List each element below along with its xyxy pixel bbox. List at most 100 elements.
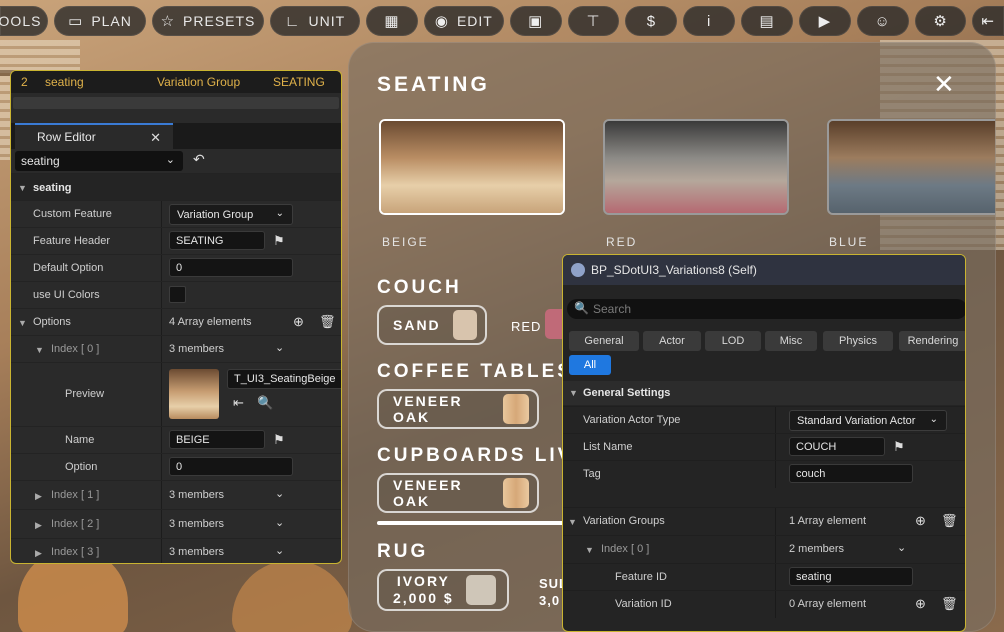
user-button[interactable]: ☺ (856, 6, 909, 36)
tools-button[interactable]: OOLS (0, 6, 48, 36)
option-sand[interactable]: SAND (377, 305, 487, 345)
preset-thumbnail-beige[interactable] (379, 119, 565, 215)
property-row[interactable]: ▶ Index [ 3 ] 3 members ⌄ (11, 538, 341, 563)
flag-icon[interactable]: ⚑ (893, 439, 905, 455)
column-divider (161, 309, 162, 336)
flag-icon[interactable]: ⚑ (273, 432, 285, 448)
option-ivory[interactable]: IVORY 2,000 $ (377, 569, 509, 611)
add-icon[interactable]: ⊕ (915, 513, 926, 529)
variation-actor-type-dropdown[interactable]: Standard Variation Actor ⌄ (789, 410, 947, 431)
feature-header-field[interactable]: SEATING (169, 231, 265, 250)
property-row[interactable]: ▼ Options 4 Array elements ⊕ 🗑 (11, 308, 341, 336)
edit-button[interactable]: ◉ EDIT (423, 6, 504, 36)
use-selected-icon[interactable]: ⇤ (233, 395, 244, 411)
price-button[interactable]: $ (625, 6, 678, 36)
field-value: SEATING (176, 234, 224, 247)
property-label: List Name (583, 441, 633, 453)
browse-icon[interactable]: 🔍 (257, 395, 273, 411)
property-value: 3 members (169, 518, 225, 530)
texture-thumbnail[interactable] (169, 369, 219, 419)
section-row[interactable]: ▼ seating (11, 173, 341, 200)
property-row[interactable]: ▼ Variation Groups 1 Array element ⊕ 🗑 (563, 507, 965, 535)
filter-label: All (583, 359, 597, 371)
chevron-down-icon[interactable]: ⌄ (275, 341, 284, 354)
filter-rendering[interactable]: Rendering (899, 331, 965, 351)
property-label: Default Option (33, 262, 104, 274)
column-divider (775, 536, 776, 563)
chevron-down-icon[interactable]: ⌄ (275, 487, 284, 500)
collapse-icon: ▼ (35, 345, 44, 355)
feature-id-field[interactable]: seating (789, 567, 913, 586)
filter-lod[interactable]: LOD (705, 331, 761, 351)
filter-general[interactable]: General (569, 331, 639, 351)
texture-asset-field[interactable]: T_UI3_SeatingBeige (227, 369, 341, 389)
property-label: Feature Header (33, 235, 111, 247)
name-field[interactable]: BEIGE (169, 430, 265, 449)
details-header: BP_SDotUI3_Variations8 (Self) (563, 255, 965, 285)
property-row[interactable]: ▶ Index [ 1 ] 3 members ⌄ (11, 480, 341, 510)
filter-misc[interactable]: Misc (765, 331, 817, 351)
property-row: Variation ID 0 Array element ⊕ 🗑 (563, 590, 965, 618)
column-divider (161, 454, 162, 481)
property-label: Index [ 0 ] (601, 543, 650, 555)
add-icon[interactable]: ⊕ (293, 314, 304, 330)
chevron-down-icon[interactable]: ⌄ (275, 516, 284, 529)
unit-button[interactable]: ∟ UNIT (270, 6, 360, 36)
option-field[interactable]: 0 (169, 457, 293, 476)
row-selector[interactable]: seating ⌄ (15, 151, 183, 171)
column-divider (161, 336, 162, 363)
property-label: Variation Groups (583, 515, 665, 527)
floorplan-button[interactable]: ▦ (366, 6, 418, 36)
presets-button[interactable]: ☆ PRESETS (152, 6, 264, 36)
horizontal-scrollbar[interactable] (13, 97, 339, 109)
option-veneer-oak[interactable]: VENEER OAK (377, 473, 539, 513)
filter-actor[interactable]: Actor (643, 331, 701, 351)
option-red[interactable]: RED (511, 319, 541, 334)
info-icon: i (707, 12, 712, 30)
default-option-field[interactable]: 0 (169, 258, 293, 277)
settings-button[interactable]: ⚙ (914, 6, 967, 36)
preset-thumbnail-blue[interactable] (827, 119, 995, 215)
list-name-field[interactable]: COUCH (789, 437, 885, 456)
gallery-button[interactable]: ▤ (741, 6, 793, 36)
presets-label: PRESETS (183, 13, 256, 29)
close-icon[interactable]: ✕ (933, 69, 955, 100)
search-input[interactable]: 🔍 Search (567, 299, 965, 319)
chevron-down-icon[interactable]: ⌄ (275, 544, 284, 557)
filter-all[interactable]: All (569, 355, 611, 375)
plan-button[interactable]: ▭ PLAN (54, 6, 146, 36)
option-veneer-oak[interactable]: VENEER OAK (377, 389, 539, 429)
close-icon[interactable]: ✕ (150, 130, 161, 146)
tag-field[interactable]: couch (789, 464, 913, 483)
exit-button[interactable]: ⇤ (972, 6, 1004, 36)
add-icon[interactable]: ⊕ (915, 596, 926, 612)
filter-physics[interactable]: Physics (823, 331, 893, 351)
trash-icon[interactable]: 🗑 (941, 513, 958, 529)
dimensions-icon: ⊤ (586, 13, 601, 30)
gear-icon: ⚙ (933, 13, 948, 30)
plan-label: PLAN (91, 13, 132, 29)
chevron-down-icon[interactable]: ⌄ (897, 541, 906, 554)
data-table-row[interactable]: 2 seating Variation Group SEATING (11, 71, 341, 93)
section-general-settings[interactable]: ▼ General Settings (563, 381, 965, 405)
property-row[interactable]: ▶ Index [ 2 ] 3 members ⌄ (11, 509, 341, 539)
play-button[interactable]: ▶ (798, 6, 851, 36)
reset-icon[interactable]: ↶ (193, 151, 205, 168)
info-button[interactable]: i (683, 6, 736, 36)
preset-image (829, 121, 995, 213)
sofa-button[interactable]: ▣ (509, 6, 562, 36)
dimensions-button[interactable]: ⊤ (567, 6, 620, 36)
flag-icon[interactable]: ⚑ (273, 233, 285, 249)
column-divider (775, 461, 776, 488)
use-ui-colors-checkbox[interactable] (169, 286, 186, 303)
field-value: 0 (176, 460, 183, 473)
preset-thumbnail-red[interactable] (603, 119, 789, 215)
property-row[interactable]: ▼ Index [ 0 ] 3 members ⌄ (11, 335, 341, 363)
trash-icon[interactable]: 🗑 (941, 596, 958, 612)
property-row[interactable]: ▼ Index [ 0 ] 2 members ⌄ (563, 535, 965, 563)
column-divider (161, 363, 162, 427)
custom-feature-dropdown[interactable]: Variation Group ⌄ (169, 204, 293, 225)
tab-row-editor[interactable]: Row Editor ✕ (15, 123, 173, 149)
trash-icon[interactable]: 🗑 (319, 314, 336, 330)
section-title-rug: RUG (377, 541, 429, 562)
